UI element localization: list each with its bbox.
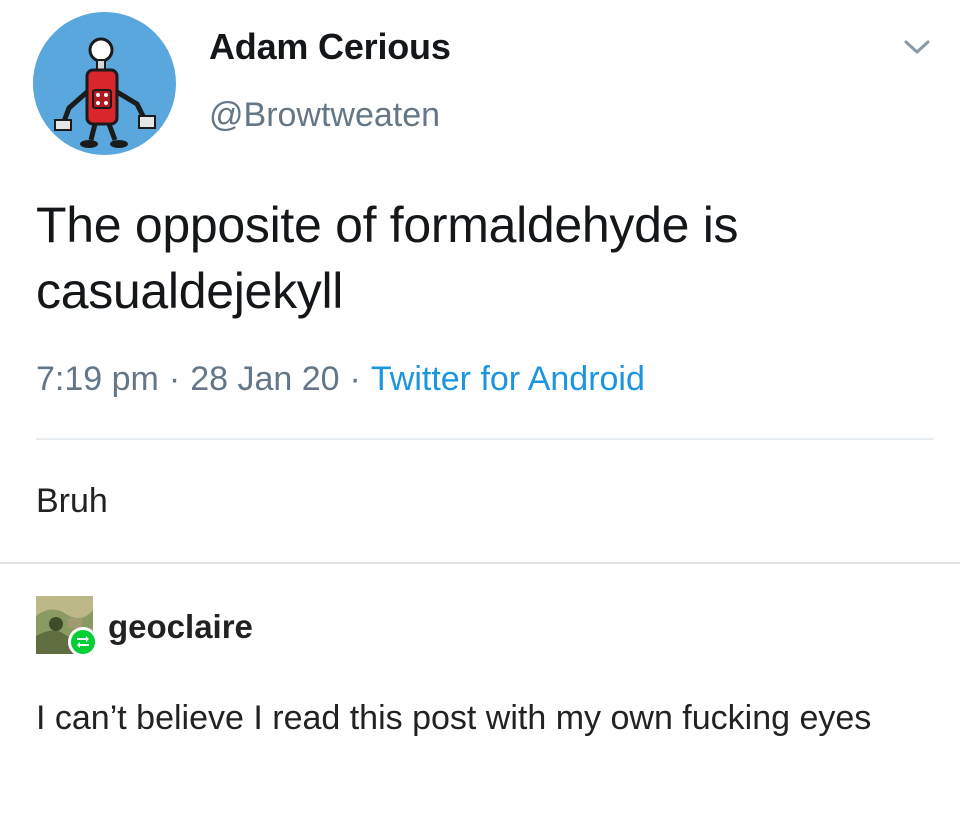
tweet-time: 7:19 pm (36, 360, 159, 398)
divider (36, 438, 934, 440)
post-caption: Bruh (36, 482, 108, 520)
tweet-date: 28 Jan 20 (190, 360, 340, 398)
meta-separator: · (349, 360, 361, 398)
tweet-card: Adam Cerious @Browtweaten The opposite o… (0, 0, 960, 560)
reblog-icon (68, 627, 98, 657)
divider (0, 562, 960, 564)
tweet-source-link[interactable]: Twitter for Android (371, 360, 645, 398)
chevron-down-icon[interactable] (900, 36, 934, 60)
display-name[interactable]: Adam Cerious (209, 26, 451, 68)
user-handle[interactable]: @Browtweaten (209, 96, 440, 135)
tweet-meta: 7:19 pm · 28 Jan 20 · Twitter for Android (36, 360, 645, 399)
meta-separator: · (168, 360, 181, 398)
robot-icon (33, 12, 175, 154)
robot-avatar[interactable] (33, 12, 176, 155)
tweet-text: The opposite of formaldehyde is casualde… (36, 197, 739, 319)
reblog-text: I can’t believe I read this post with my… (36, 699, 872, 737)
reblog-username[interactable]: geoclaire (108, 608, 253, 646)
